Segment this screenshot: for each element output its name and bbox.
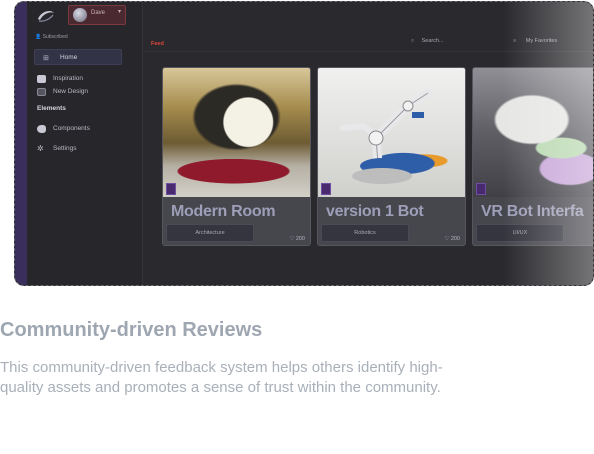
card-thumbnail	[318, 68, 465, 197]
asset-card[interactable]: version 1 Bot Robotics ♡ 200	[317, 67, 466, 246]
sidebar-item-label: Inspiration	[53, 75, 83, 82]
card-thumbnail	[473, 68, 593, 197]
card-thumbnail	[163, 68, 310, 197]
feature-description: This community-driven feedback system he…	[0, 359, 443, 396]
grid-icon: ⊞	[43, 55, 49, 62]
user-name: Dave	[91, 10, 106, 16]
heart-icon: ♡	[289, 236, 295, 242]
image-icon	[37, 88, 46, 96]
subscribed-label: 👤 Subscribed	[35, 34, 68, 40]
components-icon	[37, 125, 46, 133]
card-title: Modern Room	[171, 203, 276, 220]
elements-section-title: Elements	[37, 105, 66, 112]
youtube-icon	[37, 75, 46, 83]
chevron-down-icon: ▾	[117, 9, 121, 15]
card-title: VR Bot Interfa	[481, 203, 584, 220]
user-menu-button[interactable]: Dave ▾	[68, 5, 126, 25]
user-icon: 👤	[35, 34, 42, 40]
card-avatar	[321, 183, 331, 195]
sidebar-item-label: Settings	[53, 145, 77, 152]
sidebar-item-label: Home	[60, 54, 78, 61]
main-content: Feed ⌕ Search... ≡ My Favorites Modern R…	[143, 2, 593, 285]
card-likes: ♡ 200	[289, 236, 305, 242]
feature-heading: Community-driven Reviews	[0, 319, 263, 341]
card-tag[interactable]: Architecture	[166, 224, 254, 242]
sidebar-item-label: Components	[53, 125, 90, 132]
card-likes: ♡ 200	[444, 236, 460, 242]
card-avatar	[476, 183, 486, 195]
card-tag[interactable]: UI/UX	[476, 224, 564, 242]
sidebar-item-label: New Design	[53, 88, 89, 95]
sidebar-item-home[interactable]: ⊞ Home	[34, 49, 122, 65]
heart-icon: ♡	[444, 236, 450, 242]
card-title: version 1 Bot	[326, 203, 424, 220]
card-tag[interactable]: Robotics	[321, 224, 409, 242]
menu-icon: ≡	[513, 38, 517, 44]
search-icon: ⌕	[411, 38, 415, 44]
side-accent-bar	[15, 2, 27, 285]
feed-label: Feed	[151, 41, 164, 47]
asset-card[interactable]: Modern Room Architecture ♡ 200	[162, 67, 311, 246]
top-bar: Feed ⌕ Search... ≡ My Favorites	[143, 32, 593, 52]
sidebar: Dave ▾ 👤 Subscribed ⊞ Home Inspiration N…	[27, 2, 143, 285]
robot-arm-illustration	[340, 88, 433, 184]
avatar	[73, 8, 87, 22]
favorites-button[interactable]: ≡ My Favorites	[513, 38, 557, 44]
gear-icon: ✲	[37, 144, 44, 153]
asset-card[interactable]: VR Bot Interfa UI/UX	[472, 67, 593, 246]
card-avatar	[166, 183, 176, 195]
app-screenshot-frame: Dave ▾ 👤 Subscribed ⊞ Home Inspiration N…	[14, 1, 594, 286]
app-logo-icon	[38, 11, 54, 22]
search-input[interactable]: ⌕ Search...	[411, 38, 444, 45]
